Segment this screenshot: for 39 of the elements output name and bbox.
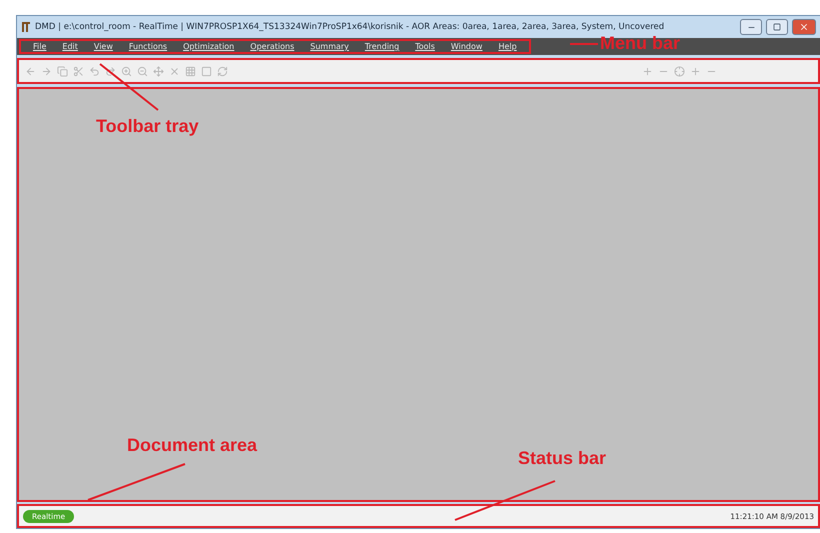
arrow-right-icon[interactable] (41, 66, 52, 76)
plus-icon[interactable] (690, 66, 701, 76)
annotation-label: Status bar (518, 448, 606, 469)
window-title: DMD | e:\control_room - RealTime | WIN7PROSP1X64_TS13324Win7ProSP1x64\korisnik - AOR Areas: 0area, 1area, 2area, 3area, System, Uncovered (35, 22, 666, 32)
menu-item[interactable]: Edit (54, 42, 86, 51)
scissors-icon[interactable] (73, 66, 84, 76)
menu-item[interactable]: Operations (242, 42, 302, 51)
annotation-label: Document area (127, 435, 258, 456)
menu-item[interactable]: View (86, 42, 121, 51)
redo-icon[interactable] (105, 66, 116, 76)
grid-icon[interactable] (185, 66, 196, 76)
menu-item[interactable]: Help (490, 42, 525, 51)
crosshair-icon[interactable] (674, 66, 685, 76)
arrow-left-icon[interactable] (25, 66, 36, 76)
plus-icon[interactable] (642, 66, 653, 76)
undo-icon[interactable] (89, 66, 100, 76)
move-icon[interactable] (153, 66, 164, 76)
zoom-in-icon[interactable] (121, 66, 132, 76)
square-icon[interactable] (201, 66, 212, 76)
close-button[interactable] (792, 19, 816, 35)
menu-item[interactable]: Optimization (175, 42, 242, 51)
menu-item[interactable]: Functions (120, 42, 176, 51)
annotation-label: Toolbar tray (96, 116, 199, 137)
copy-icon[interactable] (57, 66, 68, 76)
maximize-button[interactable] (766, 19, 788, 35)
close-icon (799, 22, 809, 32)
leader-line (570, 43, 598, 45)
menu-item[interactable]: Tools (407, 42, 443, 51)
menu-item[interactable]: Trending (356, 42, 408, 51)
refresh-icon[interactable] (217, 66, 228, 76)
zoom-out-icon[interactable] (137, 66, 148, 76)
menu-item[interactable]: Window (442, 42, 490, 51)
close-icon[interactable] (169, 66, 180, 76)
annotation-label: Menu bar (600, 33, 680, 54)
maximize-icon (773, 23, 781, 31)
menu-item[interactable]: Summary (302, 42, 357, 51)
menu-item[interactable]: File (25, 42, 54, 51)
minimize-button[interactable] (740, 19, 762, 35)
app-icon (21, 21, 31, 33)
